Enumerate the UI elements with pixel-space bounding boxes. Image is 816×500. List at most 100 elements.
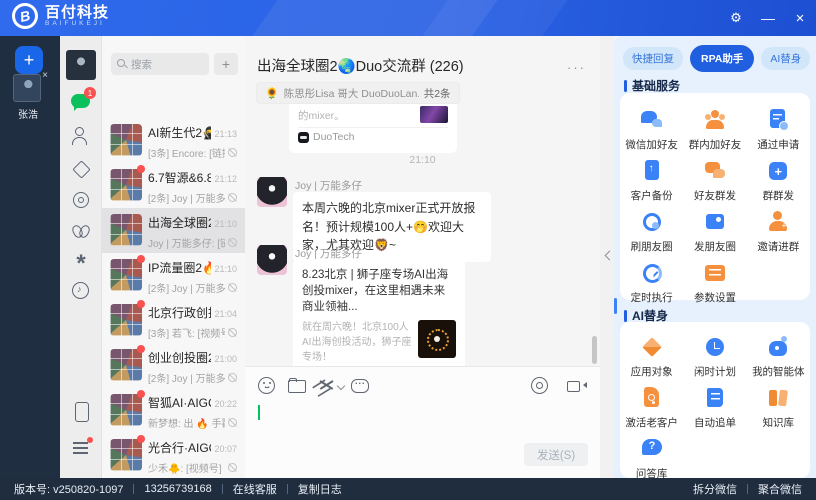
merge-wechat-link[interactable]: 聚合微信 (758, 481, 802, 497)
invite-to-group-icon (765, 209, 791, 235)
add-account-button[interactable]: + (15, 46, 43, 74)
contacts-icon[interactable] (71, 126, 91, 146)
chat-history-icon[interactable] (351, 376, 369, 394)
qa-base-icon (639, 436, 665, 462)
tab-quick-reply[interactable]: 快捷回复 (623, 47, 683, 70)
new-chat-button[interactable]: + (214, 53, 238, 75)
video-channels-icon[interactable] (71, 221, 91, 241)
assistant-panel: 快捷回复 RPA助手 AI替身 基础服务 微信加好友 群内加好友 通过申请 客户… (614, 36, 816, 481)
chat-time: 21:12 (214, 174, 237, 184)
folder-icon[interactable] (288, 377, 306, 394)
customer-backup-icon (639, 158, 665, 184)
record-icon[interactable] (531, 377, 548, 394)
browse-moments-icon (639, 209, 665, 235)
emoji-icon[interactable] (258, 377, 275, 394)
feature-parameter-settings[interactable]: 参数设置 (683, 254, 746, 305)
chat-time: 20:07 (214, 444, 237, 454)
brand-name: 百付科技 (45, 3, 110, 21)
knowledge-base-icon (765, 385, 791, 411)
chats-icon[interactable]: 1 (71, 87, 96, 112)
chat-list-item[interactable]: 智狐AI·AIGC人...20:22 新梦想: 出 🔥 手戳 ... (102, 388, 245, 433)
account-avatar[interactable] (13, 74, 41, 102)
profile-avatar[interactable] (66, 50, 96, 80)
video-call-icon[interactable] (567, 377, 587, 394)
group-broadcast-icon (765, 158, 791, 184)
link-card-partial[interactable]: 的mixer。 DuoTech (289, 104, 457, 153)
feature-post-moments[interactable]: 发朋友圈 (683, 203, 746, 254)
mute-icon (228, 328, 237, 337)
close-account-icon[interactable]: × (42, 70, 48, 81)
collapse-panel-icon[interactable] (603, 248, 612, 264)
chat-list-item[interactable]: IP流量圈2🔥Du...21:10 [2条] Joy | 万能多仔:... (102, 253, 245, 298)
screenshot-icon[interactable] (318, 377, 335, 394)
chat-time: 20:22 (214, 399, 237, 409)
feature-customer-backup[interactable]: 客户备份 (620, 152, 683, 203)
send-button[interactable]: 发送(S) (524, 443, 588, 466)
split-wechat-link[interactable]: 拆分微信 (693, 481, 737, 497)
chat-list-item[interactable]: 6.7智源&6.8奇...21:12 [2条] Joy | 万能多仔:... (102, 163, 245, 208)
sender-avatar[interactable] (257, 177, 287, 207)
messages-scrollbar[interactable] (592, 336, 597, 364)
chat-list-item[interactable]: AI新生代2🥷起...21:13 [3条] Encore: [链接] ... (102, 118, 245, 163)
link-card-title: 8.23北京 | 狮子座专场AI出海创投mixer，在这里相遇未来商业领袖... (302, 269, 449, 314)
mini-programs-icon[interactable]: * (71, 251, 91, 277)
account-item[interactable]: × 张浩 (11, 70, 49, 121)
group-avatar (110, 124, 142, 156)
mute-icon (228, 463, 237, 472)
chevron-down-icon[interactable] (337, 383, 345, 391)
minimize-button[interactable]: — (760, 10, 776, 26)
copy-log-link[interactable]: 复制日志 (298, 481, 342, 497)
apply-target-icon (639, 334, 665, 360)
unread-dot (137, 345, 145, 353)
notification-dot (87, 437, 93, 443)
close-button[interactable]: × (792, 10, 808, 27)
feature-my-agent[interactable]: 我的智能体 (747, 328, 810, 379)
feature-wechat-add-friend[interactable]: 微信加好友 (620, 101, 683, 152)
pinned-announcement[interactable]: 🌻 陈思彤Lisa 哥大 DuoDuoLan... 共2条 (256, 82, 460, 104)
unread-dot (137, 435, 145, 443)
feature-qa-base[interactable]: 问答库 (620, 430, 683, 481)
panel-scrollbar[interactable] (614, 298, 617, 314)
phone-icon[interactable] (71, 402, 91, 422)
auto-followup-icon (702, 385, 728, 411)
feature-auto-followup[interactable]: 自动追单 (683, 379, 746, 430)
chat-time: 21:10 (214, 264, 237, 274)
chat-preview: 少禾🐥: [视频号] 少... (148, 464, 225, 475)
feature-group-broadcast[interactable]: 群群发 (747, 152, 810, 203)
settings-gear-icon[interactable]: ⚙ (728, 10, 744, 26)
feature-group-add-friend[interactable]: 群内加好友 (683, 101, 746, 152)
pinned-text: 陈思彤Lisa 哥大 DuoDuoLan... (283, 87, 419, 100)
feature-idle-plan[interactable]: 闲时计划 (683, 328, 746, 379)
pinned-count: 共2条 (423, 87, 451, 100)
chat-list-item-selected[interactable]: 出海全球圈2🌏...21:10 Joy | 万能多仔: [链接... (102, 208, 245, 253)
chat-list-item[interactable]: 光合行·AIGC创...20:07 少禾🐥: [视频号] 少... (102, 433, 245, 478)
tab-ai-avatar[interactable]: AI替身 (761, 47, 811, 70)
feature-apply-target[interactable]: 应用对象 (620, 328, 683, 379)
feature-browse-moments[interactable]: 刷朋友圈 (620, 203, 683, 254)
search-input[interactable]: 搜索 (111, 53, 209, 75)
chat-list-item[interactable]: 北京行政创投...21:04 [3条] 若飞: [视频号] ... (102, 298, 245, 343)
online-support-link[interactable]: 在线客服 (233, 481, 277, 497)
feature-approve-request[interactable]: 通过申请 (747, 101, 810, 152)
feature-scheduled-run[interactable]: 定时执行 (620, 254, 683, 305)
feature-knowledge-base[interactable]: 知识库 (747, 379, 810, 430)
conversation-menu-icon[interactable]: ··· (567, 60, 586, 75)
chat-time: 21:00 (214, 354, 237, 364)
collections-icon[interactable] (71, 159, 91, 179)
moments-icon[interactable] (71, 190, 91, 210)
chat-name: AI新生代2🥷起... (148, 126, 212, 140)
basic-services-card: 微信加好友 群内加好友 通过申请 客户备份 好友群发 群群发 刷朋友圈 发朋友圈… (620, 93, 810, 304)
mute-icon (228, 373, 237, 382)
feature-activate-customer[interactable]: 激活老客户 (620, 379, 683, 430)
group-avatar (110, 214, 142, 246)
phone-number: 13256739168 (144, 483, 212, 495)
feature-friend-broadcast[interactable]: 好友群发 (683, 152, 746, 203)
search-music-icon[interactable] (71, 281, 91, 301)
more-menu-icon[interactable] (71, 437, 93, 458)
tab-rpa-assistant[interactable]: RPA助手 (690, 45, 755, 72)
sender-avatar[interactable] (257, 245, 287, 275)
conversation-pane: 出海全球圈2🌏Duo交流群 (226) ··· 🌻 陈思彤Lisa 哥大 Duo… (245, 36, 600, 478)
message-input-area[interactable]: 发送(S) (245, 366, 600, 478)
chat-list-item[interactable]: 创业创投圈2💪...21:00 [2条] Joy | 万能多仔:... (102, 343, 245, 388)
feature-invite-to-group[interactable]: 邀请进群 (747, 203, 810, 254)
